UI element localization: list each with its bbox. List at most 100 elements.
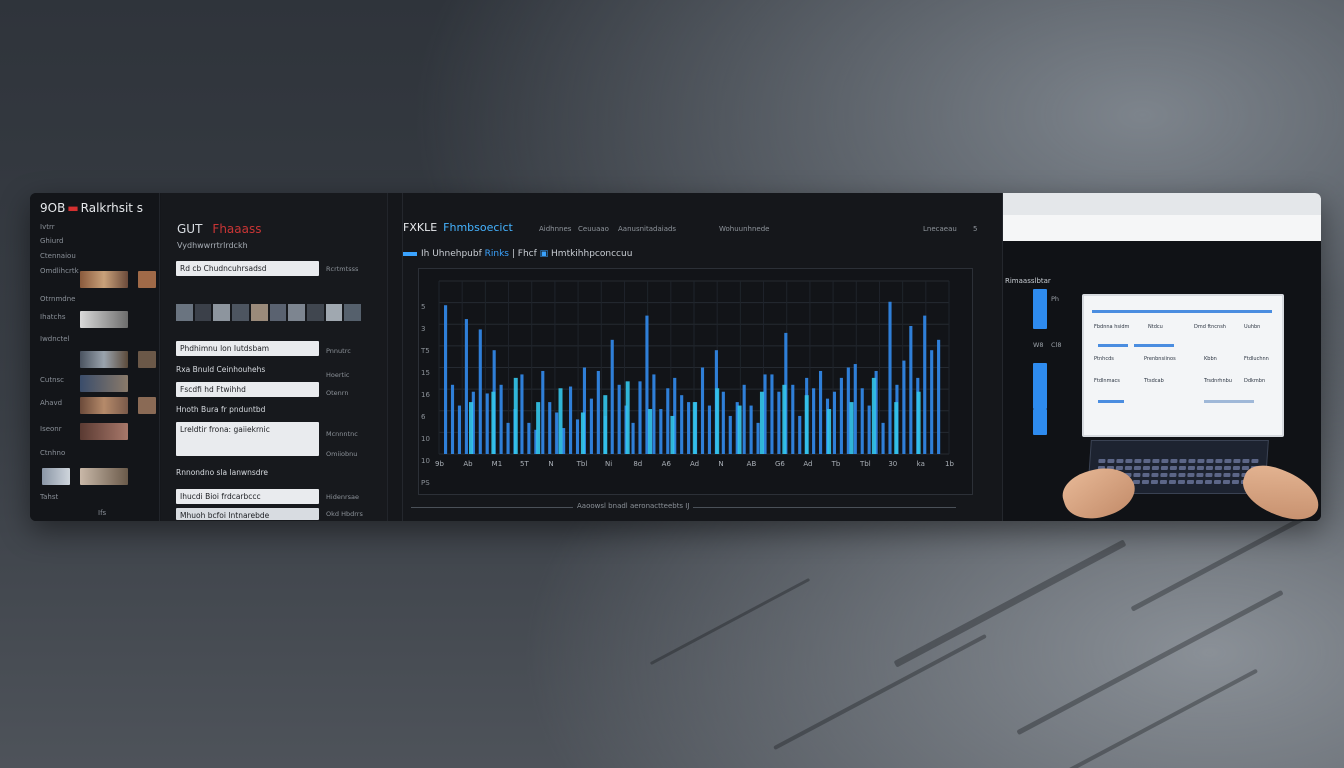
monitor-highlight xyxy=(1098,344,1128,347)
y-tick-label: T5 xyxy=(420,347,430,355)
bar xyxy=(846,367,850,454)
list-card[interactable]: Ihucdi Bioi frdcarbccc xyxy=(176,489,319,504)
bar xyxy=(450,384,455,454)
list-row[interactable]: Rnnondno sla lanwnsdre xyxy=(176,468,319,477)
bar-chart: 5 3 T5 15 16 6 10 10 PS 9b Ab M1 5T N Tbl Ni 8d A6 Ad N AB G6… xyxy=(418,268,973,495)
keyboard-key xyxy=(1124,466,1133,470)
bar xyxy=(666,388,670,454)
bar xyxy=(541,370,545,454)
monitor-cell: Ttsdcab xyxy=(1144,378,1164,384)
chart-menu-item[interactable]: Ceuuaao xyxy=(578,225,609,233)
bar xyxy=(555,412,559,454)
bar xyxy=(687,402,691,454)
x-tick-label: 1b xyxy=(945,460,954,468)
sidebar-item[interactable]: Iseonr xyxy=(40,425,62,433)
bar xyxy=(707,405,712,454)
keyboard-key xyxy=(1196,466,1205,470)
chart-menu-item[interactable]: Aidhnnes xyxy=(539,225,571,233)
keyboard-key xyxy=(1107,459,1115,463)
monitor-cell: Prenbnsiinos xyxy=(1144,356,1176,362)
bar xyxy=(575,419,580,454)
right-code: Cl8 xyxy=(1051,341,1062,349)
monitor-highlight xyxy=(1134,344,1174,347)
chart-panel: FXKLE Fhmbsoecict Aidhnnes Ceuuaao Aanusn… xyxy=(402,193,1002,521)
sidebar-item[interactable]: Ifs xyxy=(98,509,106,517)
chart-menu-number: 5 xyxy=(973,225,978,233)
bar xyxy=(589,398,593,454)
sidebar-item[interactable]: Otrnmdne xyxy=(40,295,75,303)
keyboard-key xyxy=(1222,480,1231,484)
x-tick-label: ka xyxy=(917,460,925,468)
bar xyxy=(536,402,541,454)
list-card[interactable]: Fscdfi hd Ftwihhd xyxy=(176,382,319,397)
meta-label: Hoertic xyxy=(326,371,350,379)
list-card[interactable]: Phdhimnu lon Iutdsbam xyxy=(176,341,319,356)
meta-label: Mcnnntnc xyxy=(326,430,358,438)
keyboard-key xyxy=(1159,480,1168,484)
thumbnail[interactable] xyxy=(80,271,128,288)
list-row[interactable]: Rxa Bnuld Ceinhouhehs xyxy=(176,365,319,374)
thumbnail[interactable] xyxy=(42,468,70,485)
list-card[interactable]: Rd cb Chudncuhrsadsd xyxy=(176,261,319,276)
keyboard-key xyxy=(1133,466,1142,470)
keyboard-key xyxy=(1152,459,1160,463)
bar xyxy=(930,350,934,454)
window-topbar xyxy=(1003,193,1321,215)
bar xyxy=(469,402,473,454)
keyboard-key xyxy=(1214,466,1223,470)
chart-menu-item[interactable]: Lnecaeau xyxy=(923,225,957,233)
thumbnail[interactable] xyxy=(138,351,156,368)
bar xyxy=(596,370,600,454)
thumbnail[interactable] xyxy=(80,468,128,485)
sidebar-item[interactable]: Cutnsc xyxy=(40,376,64,384)
sidebar-item[interactable]: Ctnhno xyxy=(40,449,65,457)
background-streak xyxy=(1016,589,1284,736)
keyboard-key xyxy=(1205,473,1213,477)
list-header: GUT Fhaaass xyxy=(177,222,262,236)
keyboard-key xyxy=(1233,459,1241,463)
image-strip[interactable] xyxy=(176,304,362,321)
thumbnail[interactable] xyxy=(138,397,156,414)
background-streak xyxy=(773,633,987,751)
thumbnail[interactable] xyxy=(80,351,128,368)
chart-menu-item[interactable]: Aanusnitadaiads xyxy=(618,225,676,233)
list-row[interactable]: Hnoth Bura fr pnduntbd xyxy=(176,405,319,414)
sidebar-item[interactable]: Iwdnctel xyxy=(40,335,70,343)
sidebar-item[interactable]: Ihatchs xyxy=(40,313,65,321)
monitor-cell: Ptnhcds xyxy=(1094,356,1114,362)
meta-label: Rcrtmtsss xyxy=(326,265,359,273)
bar xyxy=(721,391,725,454)
window-toolbar xyxy=(1003,215,1321,241)
keyboard-key xyxy=(1232,473,1240,477)
chart-menu-item[interactable]: Wohuunhnede xyxy=(719,225,769,233)
sidebar-item[interactable]: Omdlihcrtk xyxy=(40,267,79,275)
sidebar-item[interactable]: Ghiurd xyxy=(40,237,63,245)
keyboard-key xyxy=(1142,466,1151,470)
thumbnail[interactable] xyxy=(80,397,128,414)
sidebar-item[interactable]: Tahst xyxy=(40,493,58,501)
x-tick-label: Ni xyxy=(605,460,612,468)
sidebar-item[interactable]: Ivtrr xyxy=(40,223,55,231)
meta-label: Hidenrsae xyxy=(326,493,359,501)
keyboard-key xyxy=(1168,480,1177,484)
thumbnail[interactable] xyxy=(80,375,128,392)
bar xyxy=(894,402,899,454)
bar xyxy=(580,412,585,454)
keyboard-key xyxy=(1143,459,1151,463)
sidebar-item[interactable]: Ahavd xyxy=(40,399,62,407)
bar xyxy=(638,381,642,454)
chart-footer: Aaoowsl bnadl aeronactteebts IJ xyxy=(573,502,694,510)
chart-title: FXKLE Fhmbsoecict xyxy=(403,221,513,234)
level-bar xyxy=(1033,363,1047,409)
sidebar-item[interactable]: Ctennaiou xyxy=(40,252,76,260)
keyboard-key xyxy=(1214,473,1222,477)
bar xyxy=(692,402,697,454)
list-card[interactable]: Lreldtir frona: gaiiekrnic xyxy=(176,422,319,456)
thumbnail[interactable] xyxy=(80,311,128,328)
x-tick-label: 30 xyxy=(888,460,897,468)
keyboard-key xyxy=(1169,473,1177,477)
bar xyxy=(737,405,742,454)
thumbnail[interactable] xyxy=(80,423,128,440)
list-card[interactable]: Mhuoh bcfoi Intnarebde xyxy=(176,508,319,520)
thumbnail[interactable] xyxy=(138,271,156,288)
